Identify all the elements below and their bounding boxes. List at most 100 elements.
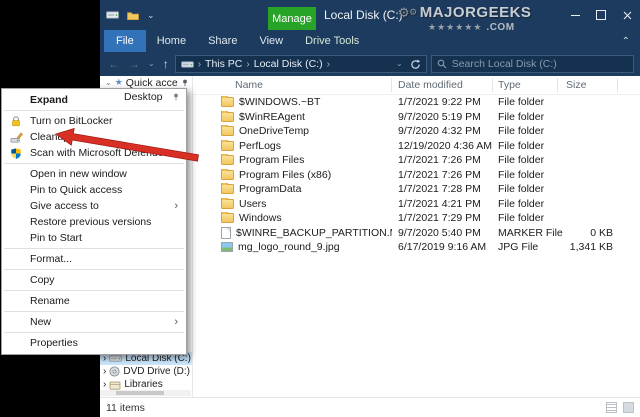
forward-icon[interactable]: → [126,58,142,70]
details-view-icon[interactable] [606,402,617,413]
menu-separator [4,290,184,291]
menu-item-cleanup[interactable]: Cleanup [2,129,186,145]
address-bar[interactable]: › This PC › Local Disk (C:) › ⌄ [174,55,427,73]
menu-item-label: Copy [30,274,55,286]
breadcrumb-chevron-icon: › [326,58,330,70]
defender-shield-icon [8,147,24,160]
desktop-background: { "colors": { "titlebar_bg": "#1d3b5e", … [0,0,640,417]
tab-home[interactable]: Home [146,30,197,52]
sidebar-item-label: DVD Drive (D:) [123,366,191,377]
menu-item-label: Give access to [30,200,99,212]
sidebar-item-desktop[interactable]: Desktop [100,90,192,103]
tab-file[interactable]: File [104,30,146,52]
menu-item-pin-to-quick-access[interactable]: Pin to Quick access [2,182,186,198]
file-row[interactable]: mg_logo_round_9.jpg 6/17/2019 9:16 AM JP… [193,240,640,255]
file-type: JPG File [498,241,539,254]
sidebar-item-dvd-drive[interactable]: › DVD Drive (D:) [100,365,192,378]
column-header-type[interactable]: Type [493,78,558,92]
file-list-area: Name Date modified Type Size $WINDOWS.~B… [193,76,640,397]
file-type: File folder [498,183,545,196]
new-folder-icon[interactable] [127,11,139,20]
folder-icon [221,154,234,166]
breadcrumb-local-disk[interactable]: Local Disk (C:) [254,58,323,70]
quick-access-star-icon: ★ [114,77,123,87]
chevron-right-icon[interactable]: › [103,379,106,390]
qat-dropdown-icon[interactable]: ⌄ [147,10,155,20]
nav-horizontal-scrollbar[interactable] [100,390,191,396]
folder-icon [221,168,234,180]
sidebar-item-quick-access[interactable]: ⌄ ★ Quick access [100,76,192,89]
menu-item-rename[interactable]: Rename [2,293,186,309]
file-name: $WINRE_BACKUP_PARTITION.MARKER [236,226,392,239]
search-input[interactable]: Search Local Disk (C:) [430,55,634,73]
file-row[interactable]: PerfLogs 12/19/2020 4:36 AM File folder [193,139,640,154]
folder-icon [221,212,234,224]
file-name: Users [239,197,267,210]
file-date: 1/7/2021 9:22 PM [398,96,481,109]
recent-locations-icon[interactable]: ⌄ [146,60,157,68]
chevron-down-icon[interactable]: ⌄ [105,78,112,87]
tab-view[interactable]: View [248,30,294,52]
file-row[interactable]: Windows 1/7/2021 7:29 PM File folder [193,211,640,226]
breadcrumb-this-pc[interactable]: This PC [205,58,242,70]
menu-item-scan-with-defender[interactable]: Scan with Microsoft Defender... [2,145,186,161]
file-row[interactable]: Program Files 1/7/2021 7:26 PM File fold… [193,153,640,168]
file-row[interactable]: $WINDOWS.~BT 1/7/2021 9:22 PM File folde… [193,95,640,110]
file-row[interactable]: Users 1/7/2021 4:21 PM File folder [193,197,640,212]
file-row[interactable]: $WINRE_BACKUP_PARTITION.MARKER 9/7/2020 … [193,226,640,241]
file-name: ProgramData [239,183,302,196]
file-name: Windows [239,212,282,225]
menu-item-turn-on-bitlocker[interactable]: Turn on BitLocker [2,113,186,129]
menu-item-label: Properties [30,337,78,349]
pin-icon [172,93,180,101]
column-header-size[interactable]: Size [558,78,618,92]
nav-pane-top: ⌄ ★ Quick access Desktop [100,76,192,103]
address-dropdown-icon[interactable]: ⌄ [394,60,405,68]
minimize-icon [570,14,580,16]
maximize-button[interactable] [588,0,614,30]
file-row[interactable]: OneDriveTemp 9/7/2020 4:32 PM File folde… [193,124,640,139]
menu-item-restore-previous-versions[interactable]: Restore previous versions [2,214,186,230]
file-row[interactable]: Program Files (x86) 1/7/2021 7:26 PM Fil… [193,168,640,183]
menu-item-properties[interactable]: Properties [2,335,186,351]
thumbnail-view-icon[interactable] [623,402,634,413]
column-header-name[interactable]: Name [193,78,392,92]
file-row[interactable]: $WinREAgent 9/7/2020 5:19 PM File folder [193,110,640,125]
dvd-icon [109,366,120,377]
pin-icon [181,79,189,87]
close-button[interactable] [614,0,640,30]
menu-separator [4,248,184,249]
file-name: Program Files [239,154,305,167]
file-row[interactable]: ProgramData 1/7/2021 7:28 PM File folder [193,182,640,197]
tab-drive-tools[interactable]: Drive Tools [294,30,370,52]
menu-item-give-access-to[interactable]: Give access to › [2,198,186,214]
column-header-date-modified[interactable]: Date modified [392,78,493,92]
sidebar-item-label: Libraries [124,379,163,390]
menu-item-open-in-new-window[interactable]: Open in new window [2,166,186,182]
chevron-right-icon[interactable]: › [103,366,106,377]
folder-icon [221,197,234,209]
window-controls [562,0,640,30]
address-row: ← → ⌄ ↑ › This PC › Local Disk (C:) › ⌄ [100,52,640,76]
menu-separator [4,332,184,333]
ribbon-collapse-icon[interactable]: ⌃ [622,30,630,52]
folder-icon [221,96,234,108]
file-type: File folder [498,96,545,109]
scrollbar-thumb[interactable] [116,391,164,395]
tab-share[interactable]: Share [197,30,248,52]
file-type: MARKER File [498,226,563,239]
file-type: File folder [498,168,545,181]
back-icon[interactable]: ← [106,58,122,70]
file-name: Program Files (x86) [239,168,332,181]
submenu-arrow-icon: › [174,315,178,328]
cleanup-icon [8,131,24,144]
refresh-icon[interactable] [410,59,421,70]
menu-item-copy[interactable]: Copy [2,272,186,288]
up-icon[interactable]: ↑ [161,58,171,70]
file-date: 12/19/2020 4:36 AM [398,139,492,152]
menu-item-pin-to-start[interactable]: Pin to Start [2,230,186,246]
minimize-button[interactable] [562,0,588,30]
sidebar-item-label: Desktop [124,90,163,103]
menu-item-new[interactable]: New › [2,314,186,330]
menu-item-format[interactable]: Format... [2,251,186,267]
